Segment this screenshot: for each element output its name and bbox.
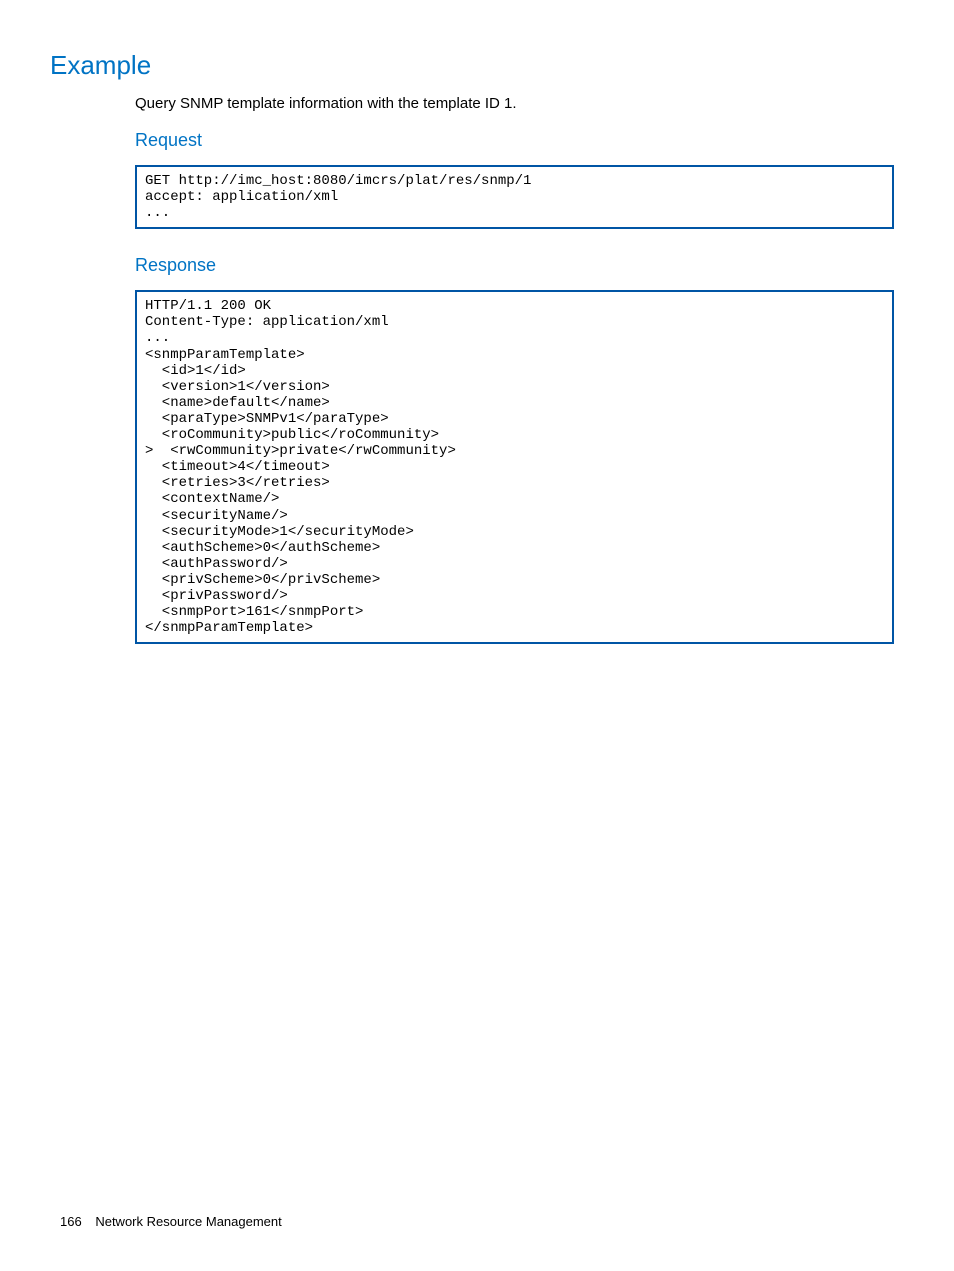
heading-request: Request <box>135 130 894 151</box>
page-number: 166 <box>60 1214 82 1229</box>
heading-example: Example <box>50 50 894 81</box>
page-footer: 166 Network Resource Management <box>60 1214 282 1229</box>
heading-response: Response <box>135 255 894 276</box>
intro-paragraph: Query SNMP template information with the… <box>135 95 894 112</box>
response-code-block: HTTP/1.1 200 OK Content-Type: applicatio… <box>135 290 894 644</box>
footer-section-title: Network Resource Management <box>95 1214 281 1229</box>
request-code-block: GET http://imc_host:8080/imcrs/plat/res/… <box>135 165 894 229</box>
